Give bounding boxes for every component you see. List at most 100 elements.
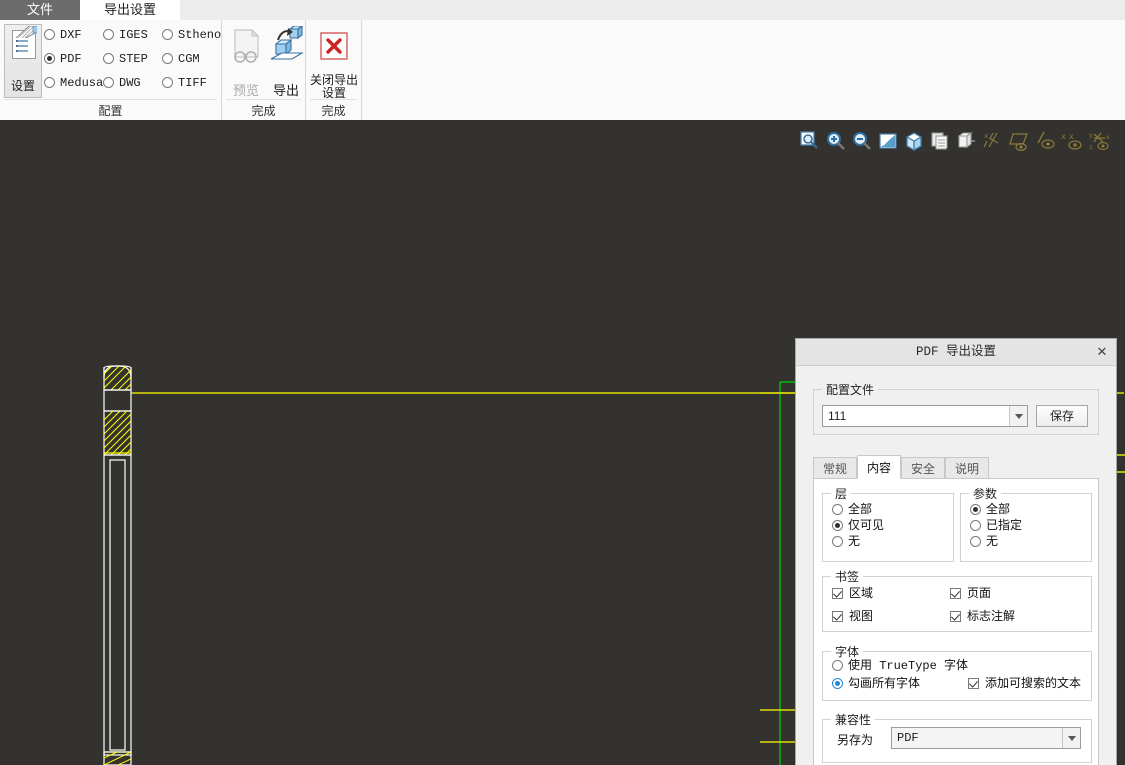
radio-tiff[interactable]: TIFF — [162, 72, 207, 94]
parameters-fieldset: 参数 全部 已指定 无 — [960, 485, 1092, 562]
radio-dxf[interactable]: DXF — [44, 24, 82, 46]
radio-pdf[interactable]: PDF — [44, 48, 82, 70]
radio-dot — [832, 536, 843, 547]
radio-dot — [970, 520, 981, 531]
chevron-down-icon[interactable] — [1062, 728, 1080, 748]
shading-icon[interactable] — [903, 130, 925, 152]
group-separator — [226, 99, 301, 100]
ribbon-group-label-finish-1: 完成 — [251, 104, 276, 118]
radio-dot — [44, 77, 55, 88]
radio-dot — [832, 678, 843, 689]
radio-label: Stheno — [178, 28, 222, 42]
export-cube-icon — [268, 24, 306, 73]
parameters-option-specified[interactable]: 已指定 — [970, 517, 1022, 533]
dialog-tab-security[interactable]: 安全 — [901, 457, 945, 479]
option-label: 仅可见 — [848, 518, 885, 532]
tab-export-settings[interactable]: 导出设置 — [80, 0, 180, 20]
plane-display-icon[interactable] — [1009, 130, 1031, 152]
point-display-icon[interactable]: x x — [1061, 130, 1083, 152]
fonts-option-stroke-all[interactable]: 勾画所有字体 — [832, 675, 920, 691]
parameters-legend: 参数 — [969, 485, 1002, 502]
radio-dot — [832, 520, 843, 531]
close-icon[interactable]: ✕ — [1092, 343, 1112, 361]
dialog-tabstrip: 常规 内容 安全 说明 — [813, 455, 1099, 479]
profile-legend: 配置文件 — [822, 381, 879, 398]
radio-dot — [832, 504, 843, 515]
csys-display-icon[interactable]: y z x — [1089, 130, 1111, 152]
bookmarks-fieldset: 书签 区域 页面 视图 标志注解 — [822, 568, 1092, 632]
fonts-option-truetype[interactable]: 使用 TrueType 字体 — [832, 658, 968, 674]
radio-label: IGES — [119, 28, 148, 42]
parameters-option-none[interactable]: 无 — [970, 533, 998, 549]
dialog-tab-general[interactable]: 常规 — [813, 457, 857, 479]
layers-option-all[interactable]: 全部 — [832, 501, 872, 517]
layers-option-visible-only[interactable]: 仅可见 — [832, 517, 884, 533]
group-separator — [310, 99, 357, 100]
graphics-toolbar[interactable]: x x x y z x — [797, 128, 1115, 154]
option-label: 标志注解 — [967, 609, 1016, 623]
svg-text:x: x — [1061, 132, 1066, 141]
option-label: 勾画所有字体 — [848, 676, 921, 690]
preview-button-label: 预览 — [232, 83, 260, 98]
profile-save-button[interactable]: 保存 — [1036, 405, 1088, 427]
bookmarks-option-flag-note[interactable]: 标志注解 — [950, 608, 1015, 624]
radio-label: PDF — [60, 52, 82, 66]
radio-medusa[interactable]: Medusa — [44, 72, 103, 94]
radio-dot — [103, 29, 114, 40]
dialog-tab-content[interactable]: 内容 — [857, 455, 901, 479]
layer-icon[interactable] — [955, 130, 977, 152]
radio-dot — [832, 660, 843, 671]
profile-combobox[interactable]: 111 — [822, 405, 1028, 427]
tab-file[interactable]: 文件 — [0, 0, 80, 20]
graphics-canvas[interactable]: x x x y z x PDF 导出设置 ✕ 配置文件 111 保存 常规 内容… — [0, 120, 1125, 765]
radio-cgm[interactable]: CGM — [162, 48, 200, 70]
radio-label: DWG — [119, 76, 141, 90]
close-export-settings-button[interactable]: 关闭导出设置 — [310, 26, 358, 100]
dialog-tab-description[interactable]: 说明 — [945, 457, 989, 479]
save-as-value: PDF — [897, 731, 919, 745]
view-manager-icon[interactable] — [929, 130, 951, 152]
radio-step[interactable]: STEP — [103, 48, 148, 70]
datum-display-icon[interactable]: x — [983, 130, 1006, 152]
preview-glasses-icon — [226, 28, 266, 73]
save-as-label: 另存为 — [837, 733, 874, 747]
radio-stheno[interactable]: Stheno — [162, 24, 221, 46]
profile-value: 111 — [828, 409, 847, 423]
parameters-option-all[interactable]: 全部 — [970, 501, 1010, 517]
option-label: 无 — [848, 534, 861, 548]
svg-text:x: x — [1069, 132, 1074, 141]
export-button-label: 导出 — [272, 83, 300, 98]
radio-iges[interactable]: IGES — [103, 24, 148, 46]
export-button[interactable]: 导出 — [268, 24, 306, 98]
radio-dot — [162, 77, 173, 88]
pdf-export-settings-dialog: PDF 导出设置 ✕ 配置文件 111 保存 常规 内容 安全 说明 层 全部 — [795, 338, 1117, 765]
svg-text:y: y — [1089, 132, 1093, 139]
radio-label: Medusa — [60, 76, 104, 90]
radio-dot — [44, 29, 55, 40]
radio-dwg[interactable]: DWG — [103, 72, 141, 94]
close-export-settings-label: 关闭导出设置 — [310, 73, 359, 100]
bookmarks-legend: 书签 — [831, 568, 864, 585]
bookmarks-option-page[interactable]: 页面 — [950, 585, 991, 601]
profile-fieldset: 配置文件 111 保存 — [813, 381, 1099, 435]
dialog-titlebar[interactable]: PDF 导出设置 ✕ — [796, 339, 1116, 366]
zoom-out-icon[interactable] — [851, 130, 873, 152]
axis-display-icon[interactable] — [1035, 130, 1057, 152]
radio-dot — [162, 53, 173, 64]
radio-dot — [103, 53, 114, 64]
radio-dot — [44, 53, 55, 64]
radio-label: CGM — [178, 52, 200, 66]
preview-button[interactable]: 预览 — [226, 26, 266, 98]
layers-option-none[interactable]: 无 — [832, 533, 860, 549]
zoom-in-icon[interactable] — [825, 130, 847, 152]
fonts-option-searchable-text[interactable]: 添加可搜索的文本 — [968, 675, 1081, 691]
zoom-fit-icon[interactable] — [799, 130, 821, 152]
repaint-icon[interactable] — [877, 130, 899, 152]
settings-button[interactable]: 设置 — [4, 24, 42, 98]
bookmarks-option-view[interactable]: 视图 — [832, 608, 873, 624]
radio-label: STEP — [119, 52, 148, 66]
bookmarks-option-zone[interactable]: 区域 — [832, 585, 873, 601]
save-as-combobox[interactable]: PDF — [891, 727, 1081, 749]
chevron-down-icon[interactable] — [1009, 406, 1027, 426]
checkbox — [968, 678, 979, 689]
